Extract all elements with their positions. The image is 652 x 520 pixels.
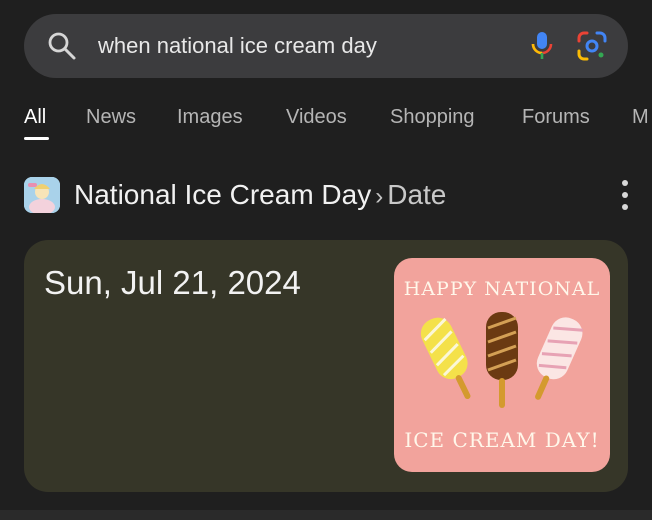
breadcrumb-separator: › [375,183,384,210]
tab-more-cutoff[interactable]: M [632,106,649,129]
microphone-icon[interactable] [528,30,556,67]
search-icon[interactable] [46,30,78,67]
result-title[interactable]: National Ice Cream Day › Date [74,179,446,211]
more-vert-icon[interactable] [618,180,632,210]
tab-forums[interactable]: Forums [522,106,590,129]
search-tabs: All News Images Videos Shopping Forums M [0,100,652,144]
site-favicon[interactable] [24,177,60,213]
tab-videos[interactable]: Videos [286,106,347,129]
bottom-divider [0,510,652,520]
image-text-bottom: ICE CREAM DAY! [404,428,600,452]
search-input[interactable]: when national ice cream day [98,33,377,59]
answer-date: Sun, Jul 21, 2024 [44,264,301,301]
ice-cream-day-image[interactable]: HAPPY NATIONAL ICE CREAM DAY! [394,258,610,472]
breadcrumb-date: Date [387,179,447,210]
tab-shopping[interactable]: Shopping [390,106,475,129]
answer-card: Sun, Jul 21, 2024 HAPPY NATIONAL ICE CRE… [24,240,628,492]
result-title-text: National Ice Cream Day [74,179,372,210]
active-tab-indicator [24,137,49,140]
tab-images[interactable]: Images [177,106,243,129]
popsicles-illustration [420,312,584,408]
tab-news[interactable]: News [86,106,136,129]
google-lens-icon[interactable] [576,30,608,67]
image-text-top: HAPPY NATIONAL [403,278,601,300]
search-bar[interactable]: when national ice cream day [24,14,628,78]
result-header: National Ice Cream Day › Date [24,174,634,218]
tab-all[interactable]: All [24,106,46,129]
